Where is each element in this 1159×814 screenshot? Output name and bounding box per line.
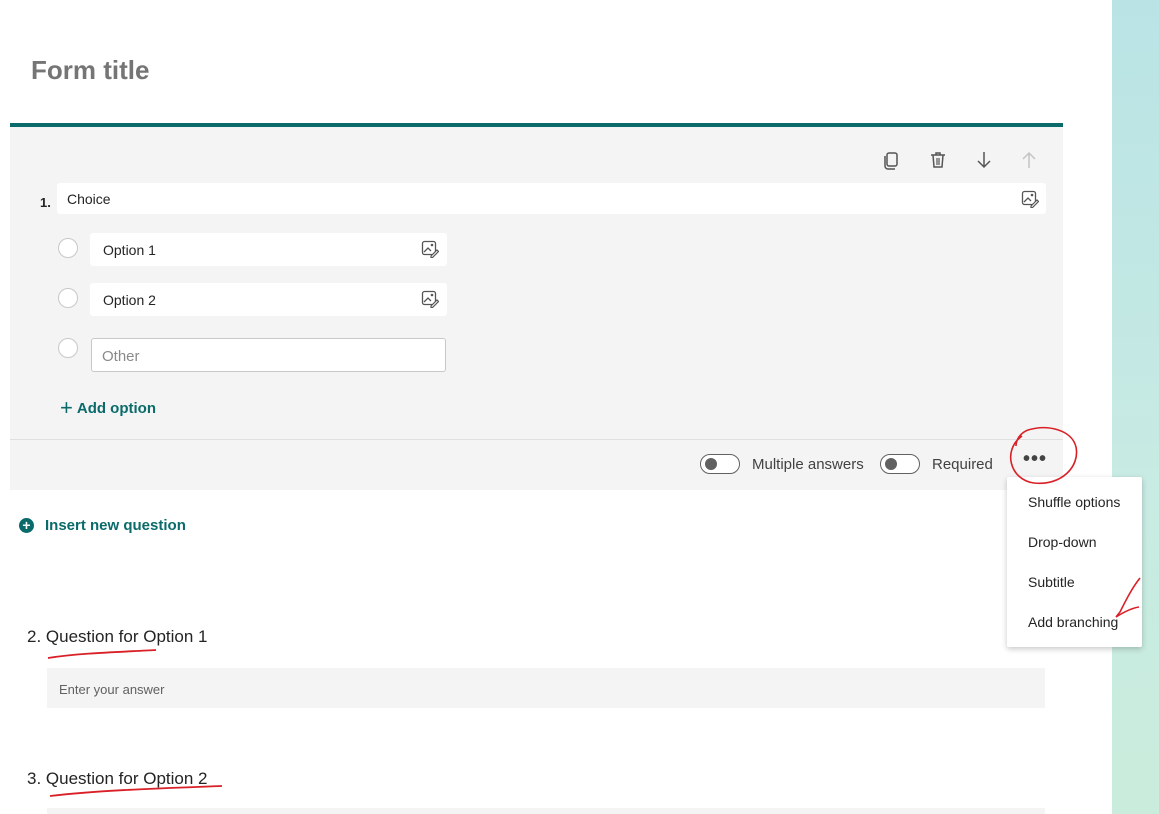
toggle-knob — [885, 458, 897, 470]
menu-item-subtitle[interactable]: Subtitle — [1028, 574, 1075, 590]
multiple-answers-toggle[interactable] — [700, 454, 740, 474]
insert-new-question-button[interactable]: + Insert new question — [19, 517, 186, 534]
card-divider — [10, 439, 1063, 440]
question-title-input[interactable]: Choice — [57, 183, 1046, 214]
other-option-input[interactable]: Other — [91, 338, 446, 372]
option-radio[interactable] — [58, 288, 78, 308]
form-title[interactable]: Form title — [31, 55, 149, 86]
menu-item-drop-down[interactable]: Drop-down — [1028, 534, 1096, 550]
add-circle-icon: + — [19, 518, 34, 533]
question-2-title: Question for Option 1 — [45, 627, 208, 646]
option-text: Option 1 — [103, 242, 156, 258]
option-text: Option 2 — [103, 292, 156, 308]
answer-placeholder: Enter your answer — [59, 682, 165, 697]
more-options-button[interactable]: ••• — [1013, 449, 1057, 474]
question-3-heading[interactable]: 3. Question for Option 2 — [27, 769, 208, 789]
question-card[interactable]: 1. Choice Option 1 Option 2 Other + Add … — [10, 123, 1063, 490]
other-placeholder: Other — [102, 348, 140, 365]
menu-item-add-branching[interactable]: Add branching — [1028, 614, 1118, 630]
menu-item-shuffle-options[interactable]: Shuffle options — [1028, 494, 1120, 510]
multiple-answers-label: Multiple answers — [752, 456, 864, 473]
required-toggle[interactable] — [880, 454, 920, 474]
option-input[interactable]: Option 2 — [90, 283, 447, 316]
delete-icon[interactable] — [927, 149, 949, 171]
copy-icon[interactable] — [881, 149, 903, 171]
other-radio[interactable] — [58, 338, 78, 358]
option-radio[interactable] — [58, 238, 78, 258]
toggle-knob — [705, 458, 717, 470]
insert-media-icon[interactable] — [421, 240, 439, 258]
insert-new-question-label: Insert new question — [45, 517, 186, 534]
more-options-menu: Shuffle options Drop-down Subtitle Add b… — [1007, 477, 1142, 647]
option-input[interactable]: Option 1 — [90, 233, 447, 266]
question-3-number: 3. — [27, 769, 42, 788]
add-option-label: Add option — [76, 399, 156, 417]
question-2-heading[interactable]: 2. Question for Option 1 — [27, 627, 208, 647]
answer-input[interactable]: Enter your answer — [47, 668, 1045, 708]
question-2-number: 2. — [27, 627, 42, 646]
annotation-underline-q2 — [47, 649, 157, 659]
answer-input[interactable] — [47, 808, 1045, 814]
required-label: Required — [932, 456, 993, 473]
side-gradient-panel — [1112, 0, 1159, 814]
add-option-button[interactable]: + Add option — [60, 397, 156, 419]
insert-media-icon[interactable] — [421, 290, 439, 308]
plus-icon: + — [60, 395, 73, 420]
question-number: 1. — [40, 195, 51, 210]
move-up-icon — [1018, 149, 1040, 171]
insert-media-icon[interactable] — [1021, 190, 1039, 208]
move-down-icon[interactable] — [973, 149, 995, 171]
question-3-title: Question for Option 2 — [45, 769, 208, 788]
question-title-text: Choice — [67, 191, 111, 207]
